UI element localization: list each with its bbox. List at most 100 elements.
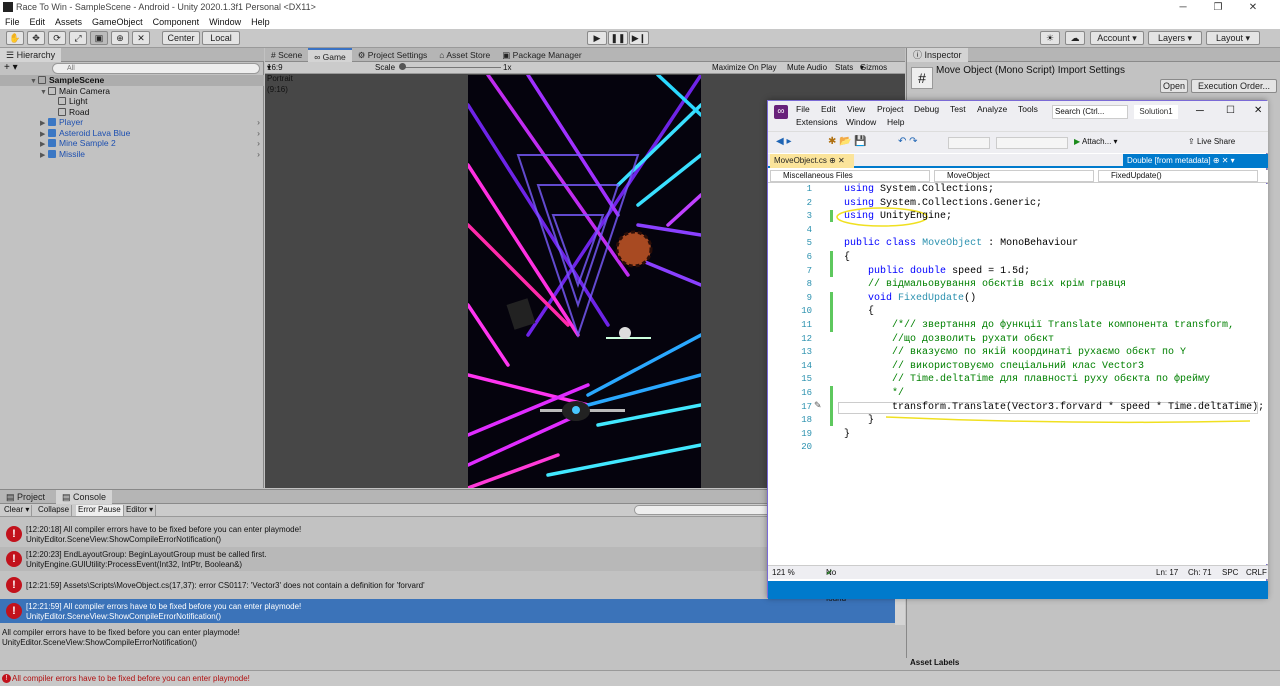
vs-menu-debug[interactable]: Debug bbox=[914, 104, 939, 114]
doctab-metadata[interactable]: Double [from metadata] ⊕ ✕ ▾ bbox=[1123, 154, 1268, 168]
menu-window[interactable]: Window bbox=[204, 15, 246, 29]
hierarchy-item[interactable]: ▶ Asteroid Lava Blue › bbox=[0, 128, 264, 139]
menu-gameobject[interactable]: GameObject bbox=[87, 15, 148, 29]
maximize-on-play-toggle[interactable]: Maximize On Play bbox=[712, 62, 776, 73]
menu-edit[interactable]: Edit bbox=[25, 15, 51, 29]
vs-menu-extensions[interactable]: Extensions bbox=[796, 117, 838, 127]
console-entry[interactable]: ! [12:20:23] EndLayoutGroup: BeginLayoutG… bbox=[0, 547, 895, 571]
menu-file[interactable]: File bbox=[0, 15, 25, 29]
hierarchy-item[interactable]: ▶ Mine Sample 2 › bbox=[0, 138, 264, 149]
hierarchy-item[interactable]: ▼ SampleScene bbox=[0, 75, 264, 86]
cloud-icon[interactable]: ☁ bbox=[1065, 31, 1085, 45]
tab-package-manager[interactable]: ▣ Package Manager bbox=[496, 48, 587, 62]
scale-slider[interactable] bbox=[401, 67, 501, 68]
editor-dropdown[interactable]: Editor ▾ bbox=[124, 505, 157, 516]
close-button[interactable]: ✕ bbox=[1238, 0, 1268, 15]
vs-search-input[interactable]: Search (Ctrl... bbox=[1052, 105, 1128, 119]
rotate-tool-button[interactable]: ⟳ bbox=[48, 31, 66, 45]
tab-console[interactable]: ▤ Console bbox=[56, 490, 113, 504]
console-entry[interactable]: ! [12:21:59] All compiler errors have to … bbox=[0, 599, 895, 623]
clear-button[interactable]: Clear ▾ bbox=[2, 505, 33, 516]
maximize-button[interactable]: ❐ bbox=[1203, 0, 1233, 15]
hierarchy-search-input[interactable]: All bbox=[52, 63, 260, 74]
menu-help[interactable]: Help bbox=[246, 15, 275, 29]
vs-menu-edit[interactable]: Edit bbox=[821, 104, 836, 114]
stats-toggle[interactable]: Stats bbox=[835, 62, 853, 73]
project-dropdown[interactable]: Miscellaneous Files bbox=[770, 170, 930, 182]
add-icon[interactable]: + ▾ bbox=[4, 62, 18, 73]
vs-menu-project[interactable]: Project bbox=[877, 104, 903, 114]
member-dropdown[interactable]: FixedUpdate() bbox=[1098, 170, 1258, 182]
hierarchy-item[interactable]: Light bbox=[0, 96, 264, 107]
gizmos-dropdown[interactable]: Gizmos ▾ bbox=[860, 62, 887, 73]
vs-menu-tools[interactable]: Tools bbox=[1018, 104, 1038, 114]
vs-maximize-button[interactable]: ☐ bbox=[1226, 105, 1235, 116]
collab-icon[interactable]: ☀ bbox=[1040, 31, 1060, 45]
execution-order-button[interactable]: Execution Order... bbox=[1191, 79, 1277, 93]
custom-tool-button[interactable]: ✕ bbox=[132, 31, 150, 45]
expand-arrow-icon[interactable]: ▶ bbox=[40, 151, 48, 162]
tab-hierarchy[interactable]: ☰ Hierarchy bbox=[0, 48, 62, 62]
status-message[interactable]: All compiler errors have to be fixed bef… bbox=[12, 674, 250, 683]
line-number: 19 bbox=[801, 428, 812, 439]
move-tool-button[interactable]: ✥ bbox=[27, 31, 45, 45]
error-pause-button[interactable]: Error Pause bbox=[76, 505, 124, 516]
attach-button[interactable]: ▶ Attach... ▾ bbox=[1074, 137, 1118, 146]
vs-menu-view[interactable]: View bbox=[847, 104, 865, 114]
hierarchy-item[interactable]: ▶ Missile › bbox=[0, 149, 264, 160]
pause-button[interactable]: ❚❚ bbox=[608, 31, 628, 45]
transform-tool-button[interactable]: ⊕ bbox=[111, 31, 129, 45]
scale-slider-handle[interactable] bbox=[399, 63, 406, 70]
console-entry[interactable]: ! [12:20:18] All compiler errors have to … bbox=[0, 522, 895, 546]
tab-inspector[interactable]: ⓘ Inspector bbox=[907, 48, 968, 62]
new-project-icon[interactable]: ✱ 📂 💾 bbox=[828, 136, 867, 147]
back-icon[interactable]: ◀ ▸ bbox=[776, 136, 792, 147]
tab-project[interactable]: ▤ Project bbox=[0, 490, 51, 504]
layout-dropdown[interactable]: Layout ▾ bbox=[1206, 31, 1260, 45]
mute-audio-toggle[interactable]: Mute Audio bbox=[787, 62, 827, 73]
pivot-local-button[interactable]: Local bbox=[202, 31, 240, 45]
collapse-button[interactable]: Collapse bbox=[36, 505, 73, 516]
console-entry[interactable]: ! [12:21:59] Assets\Scripts\MoveObject.cs… bbox=[0, 573, 895, 597]
step-button[interactable]: ▶❙ bbox=[629, 31, 649, 45]
minimize-button[interactable]: ─ bbox=[1168, 0, 1198, 15]
menu-component[interactable]: Component bbox=[148, 15, 205, 29]
tab-game[interactable]: ∞ Game bbox=[308, 48, 352, 62]
play-button[interactable]: ▶ bbox=[587, 31, 607, 45]
open-button[interactable]: Open bbox=[1160, 79, 1188, 93]
code-editor[interactable]: ✎ 1 using System.Collections; 2 using Syste… bbox=[768, 184, 1268, 564]
hierarchy-item[interactable]: ▼ Main Camera bbox=[0, 86, 264, 97]
zoom-level[interactable]: 121 % bbox=[772, 566, 795, 579]
tab-scene[interactable]: # Scene bbox=[265, 48, 308, 62]
aspect-dropdown[interactable]: 16:9 Portrait (9:16) ▾ bbox=[267, 62, 293, 94]
hierarchy-item[interactable]: Road bbox=[0, 107, 264, 118]
vs-close-button[interactable]: ✕ bbox=[1254, 105, 1262, 116]
live-share-button[interactable]: ⇪ Live Share bbox=[1188, 137, 1235, 146]
game-view[interactable] bbox=[468, 75, 701, 488]
menu-assets[interactable]: Assets bbox=[50, 15, 87, 29]
config-dropdown[interactable] bbox=[948, 137, 990, 149]
chevron-right-icon[interactable]: › bbox=[257, 149, 260, 160]
vs-menu-help[interactable]: Help bbox=[887, 117, 904, 127]
vs-minimize-button[interactable]: ─ bbox=[1196, 105, 1204, 117]
hierarchy-item[interactable]: ▶ Player › bbox=[0, 117, 264, 128]
layers-dropdown[interactable]: Layers ▾ bbox=[1148, 31, 1202, 45]
vs-menu-window[interactable]: Window bbox=[846, 117, 876, 127]
account-dropdown[interactable]: Account ▾ bbox=[1090, 31, 1144, 45]
doctab-moveobject[interactable]: MoveObject.cs ⊕ ✕ bbox=[770, 154, 854, 168]
scale-tool-button[interactable]: ⤢ bbox=[69, 31, 87, 45]
chevron-right-icon[interactable]: › bbox=[257, 128, 260, 139]
chevron-right-icon[interactable]: › bbox=[257, 138, 260, 149]
rect-tool-button[interactable]: ▣ bbox=[90, 31, 108, 45]
platform-dropdown[interactable] bbox=[996, 137, 1068, 149]
undo-icon[interactable]: ↶ ↷ bbox=[898, 136, 918, 147]
tab-project-settings[interactable]: ⚙ Project Settings bbox=[352, 48, 434, 62]
pivot-center-button[interactable]: Center bbox=[162, 31, 200, 45]
type-dropdown[interactable]: MoveObject bbox=[934, 170, 1094, 182]
vs-menu-file[interactable]: File bbox=[796, 104, 810, 114]
chevron-right-icon[interactable]: › bbox=[257, 117, 260, 128]
hand-tool-button[interactable]: ✋ bbox=[6, 31, 24, 45]
tab-asset-store[interactable]: ⌂ Asset Store bbox=[433, 48, 496, 62]
vs-menu-analyze[interactable]: Analyze bbox=[977, 104, 1007, 114]
vs-menu-test[interactable]: Test bbox=[950, 104, 966, 114]
